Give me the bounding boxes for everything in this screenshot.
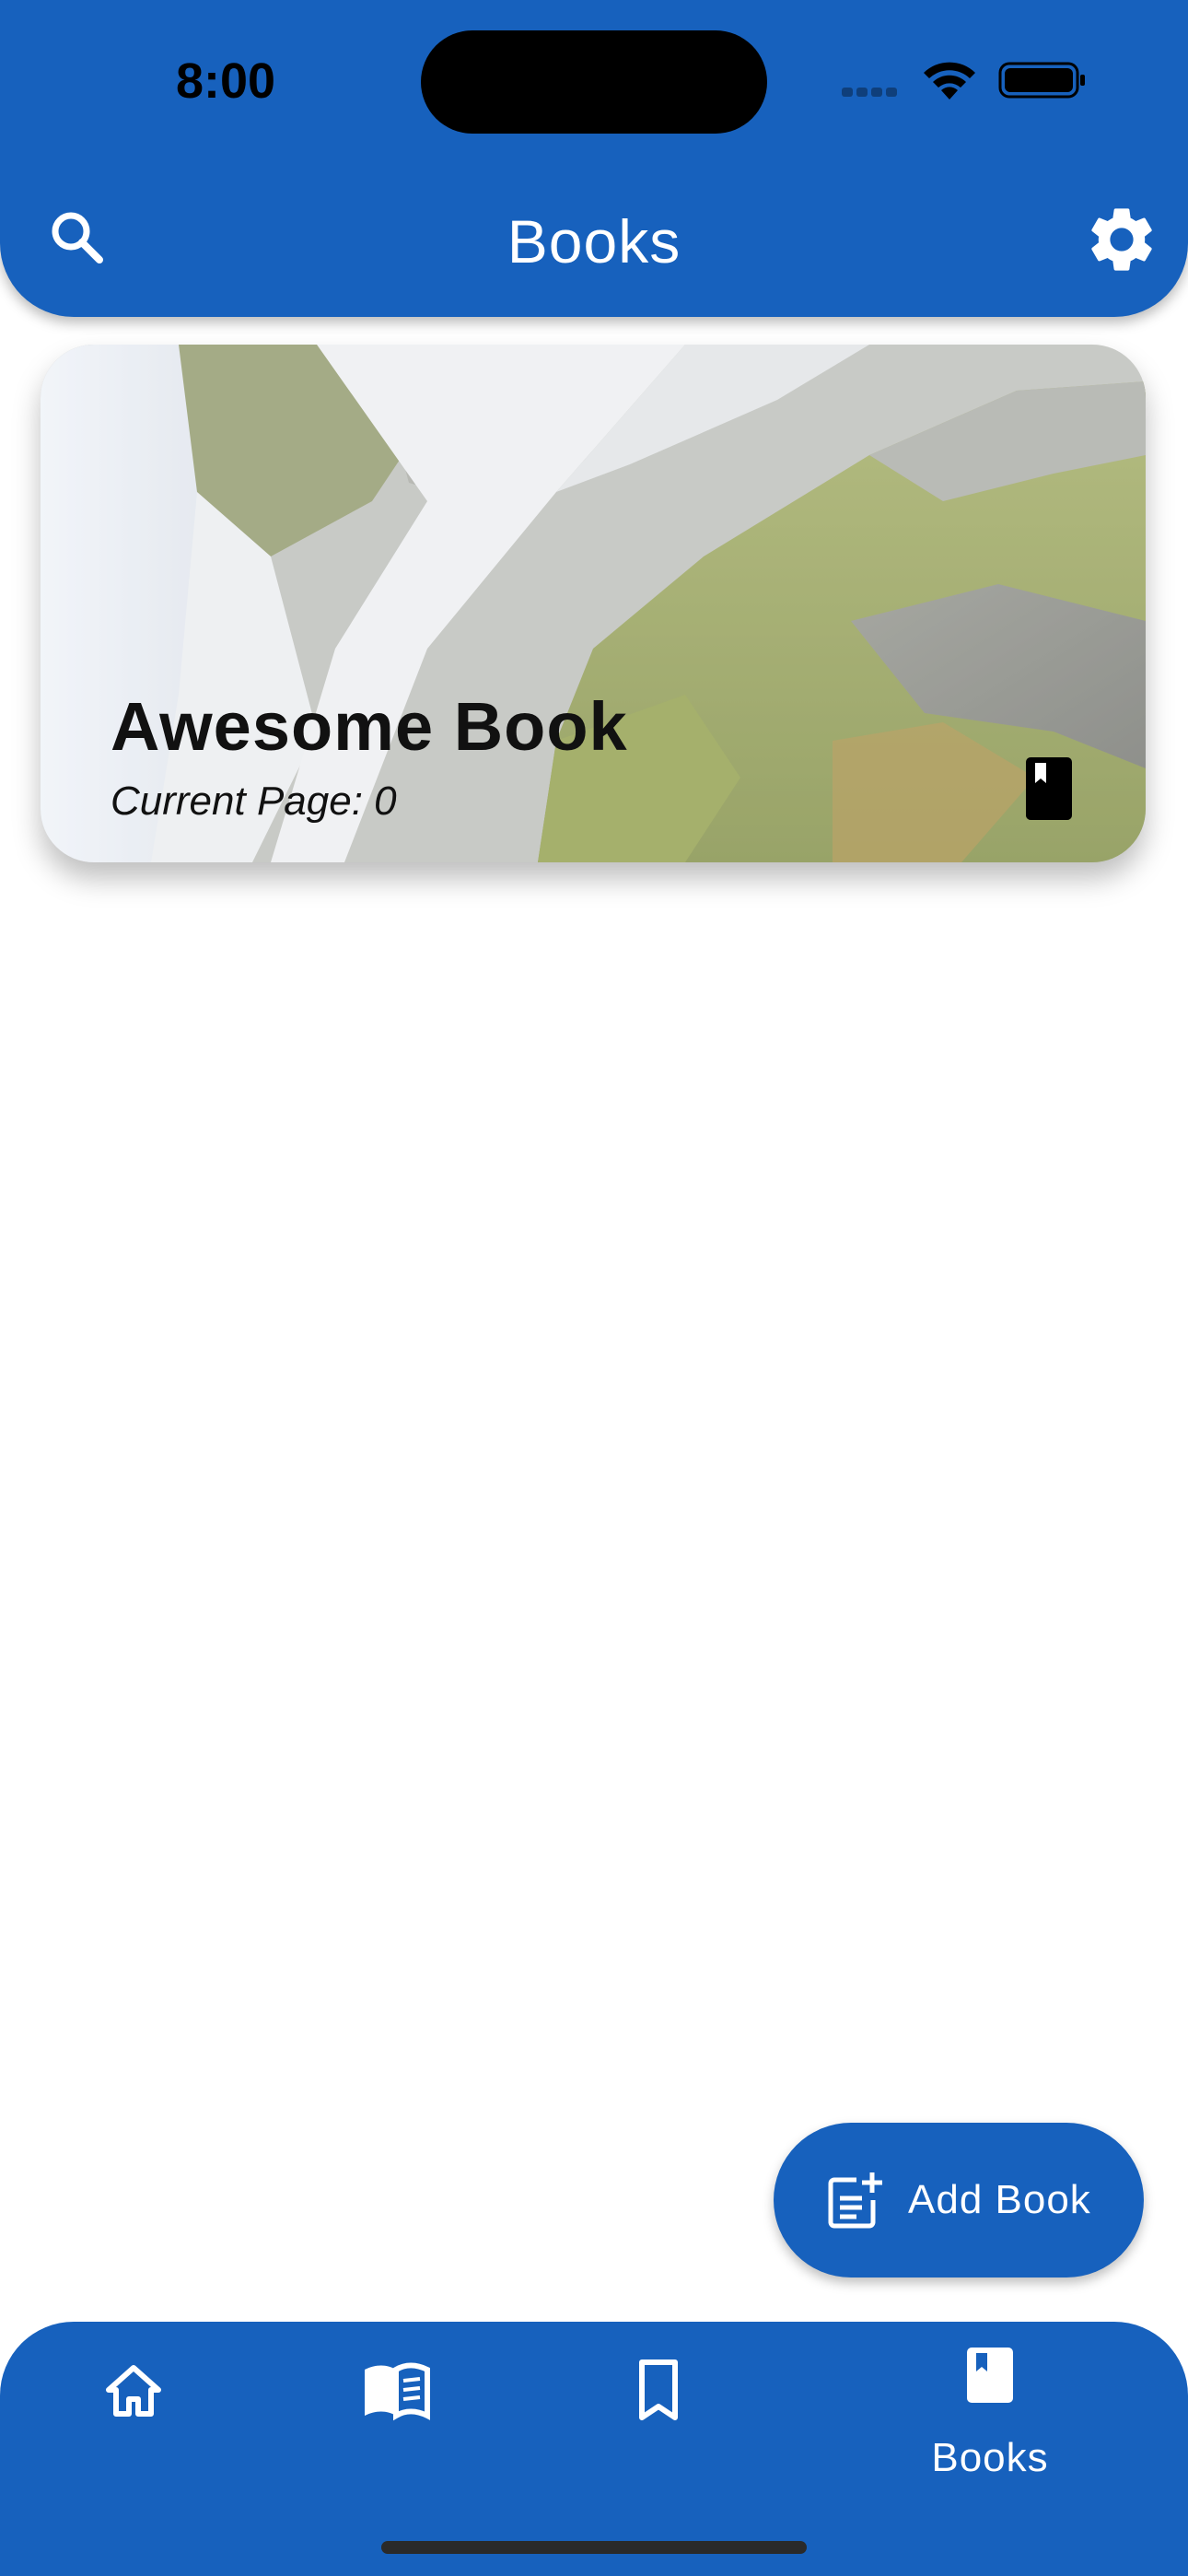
status-time: 8:00 [175, 53, 276, 109]
gear-icon [1091, 208, 1152, 271]
book-card[interactable]: Awesome Book Current Page: 0 [41, 345, 1146, 862]
book-current-page: Current Page: 0 [111, 779, 397, 824]
nav-item-reading[interactable] [318, 2322, 474, 2506]
add-book-button[interactable]: Add Book [774, 2123, 1144, 2277]
nav-item-books[interactable]: Books [907, 2322, 1073, 2506]
home-indicator[interactable] [381, 2541, 807, 2554]
home-icon [106, 2365, 161, 2417]
nav-item-home[interactable] [55, 2322, 212, 2506]
search-button[interactable] [41, 201, 114, 275]
nav-item-bookmarks[interactable] [580, 2322, 737, 2506]
settings-button[interactable] [1083, 201, 1160, 278]
add-book-label: Add Book [908, 2177, 1091, 2222]
dynamic-island [421, 30, 767, 134]
book-title: Awesome Book [111, 688, 628, 765]
battery-icon [998, 62, 1085, 99]
open-book-icon [365, 2362, 430, 2421]
book-icon [967, 2348, 1013, 2403]
page-title: Books [507, 207, 681, 275]
cellular-signal-icon [842, 85, 906, 97]
wifi-icon [924, 62, 975, 100]
bottom-navigation: Books [0, 2322, 1188, 2576]
post-add-icon [828, 2172, 882, 2229]
book-icon [1026, 757, 1072, 820]
search-icon [52, 212, 103, 263]
bookmark-icon [639, 2359, 678, 2420]
nav-label-books: Books [931, 2435, 1049, 2480]
